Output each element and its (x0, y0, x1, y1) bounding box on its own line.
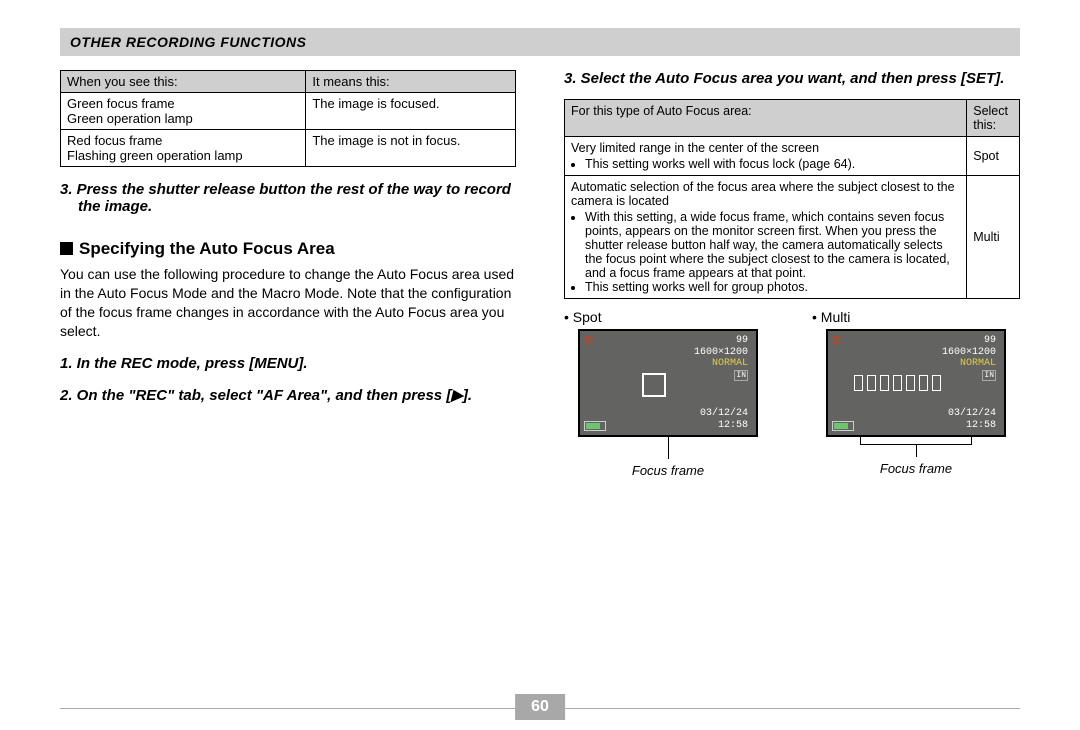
page-number: 60 (515, 694, 565, 720)
td: Green focus frame Green operation lamp (61, 93, 306, 130)
time-text: 12:58 (718, 420, 748, 431)
focus-frame-caption: Focus frame (632, 463, 704, 478)
remaining-shots: 99 (736, 335, 748, 346)
td: The image is focused. (306, 93, 516, 130)
memory-icon: IN (982, 370, 996, 381)
lcd-preview-spot: • 99 1600×1200 NORMAL IN 03/12/24 12:58 (578, 329, 758, 437)
quality-text: NORMAL (960, 358, 996, 369)
td: Very limited range in the center of the … (565, 137, 967, 176)
td: The image is not in focus. (306, 130, 516, 167)
th-see: When you see this: (61, 71, 306, 93)
date-text: 03/12/24 (700, 408, 748, 419)
th-means: It means this: (306, 71, 516, 93)
af-body: You can use the following procedure to c… (60, 265, 516, 341)
remaining-shots: 99 (984, 335, 996, 346)
step-3-right: 3. Select the Auto Focus area you want, … (564, 70, 1020, 87)
spot-label: • Spot (564, 309, 602, 325)
step-1: 1. In the REC mode, press [MENU]. (60, 355, 516, 372)
step-3-left: 3. Press the shutter release button the … (60, 181, 516, 215)
td: Multi (967, 176, 1020, 299)
focus-frame-spot-icon (642, 373, 666, 397)
th-select: Select this: (967, 100, 1020, 137)
td: Spot (967, 137, 1020, 176)
td: Red focus frame Flashing green operation… (61, 130, 306, 167)
section-banner: OTHER RECORDING FUNCTIONS (60, 28, 1020, 56)
focus-frame-multi-icon (854, 375, 950, 391)
lcd-preview-multi: • 99 1600×1200 NORMAL IN 03/12/24 12:58 (826, 329, 1006, 437)
resolution-text: 1600×1200 (694, 347, 748, 358)
memory-icon: IN (734, 370, 748, 381)
multi-label: • Multi (812, 309, 850, 325)
rec-icon: • (834, 336, 842, 344)
battery-icon (832, 421, 854, 431)
focus-indicator-table: When you see this: It means this: Green … (60, 70, 516, 167)
date-text: 03/12/24 (948, 408, 996, 419)
time-text: 12:58 (966, 420, 996, 431)
pointer-line (668, 437, 669, 459)
td: Automatic selection of the focus area wh… (565, 176, 967, 299)
square-bullet-icon (60, 242, 73, 255)
af-heading: Specifying the Auto Focus Area (60, 239, 516, 259)
pointer-line (916, 445, 917, 457)
step-2: 2. On the "REC" tab, select "AF Area", a… (60, 386, 516, 404)
focus-frame-caption: Focus frame (880, 461, 952, 476)
rec-icon: • (586, 336, 594, 344)
battery-icon (584, 421, 606, 431)
th-type: For this type of Auto Focus area: (565, 100, 967, 137)
quality-text: NORMAL (712, 358, 748, 369)
af-area-table: For this type of Auto Focus area: Select… (564, 99, 1020, 299)
resolution-text: 1600×1200 (942, 347, 996, 358)
